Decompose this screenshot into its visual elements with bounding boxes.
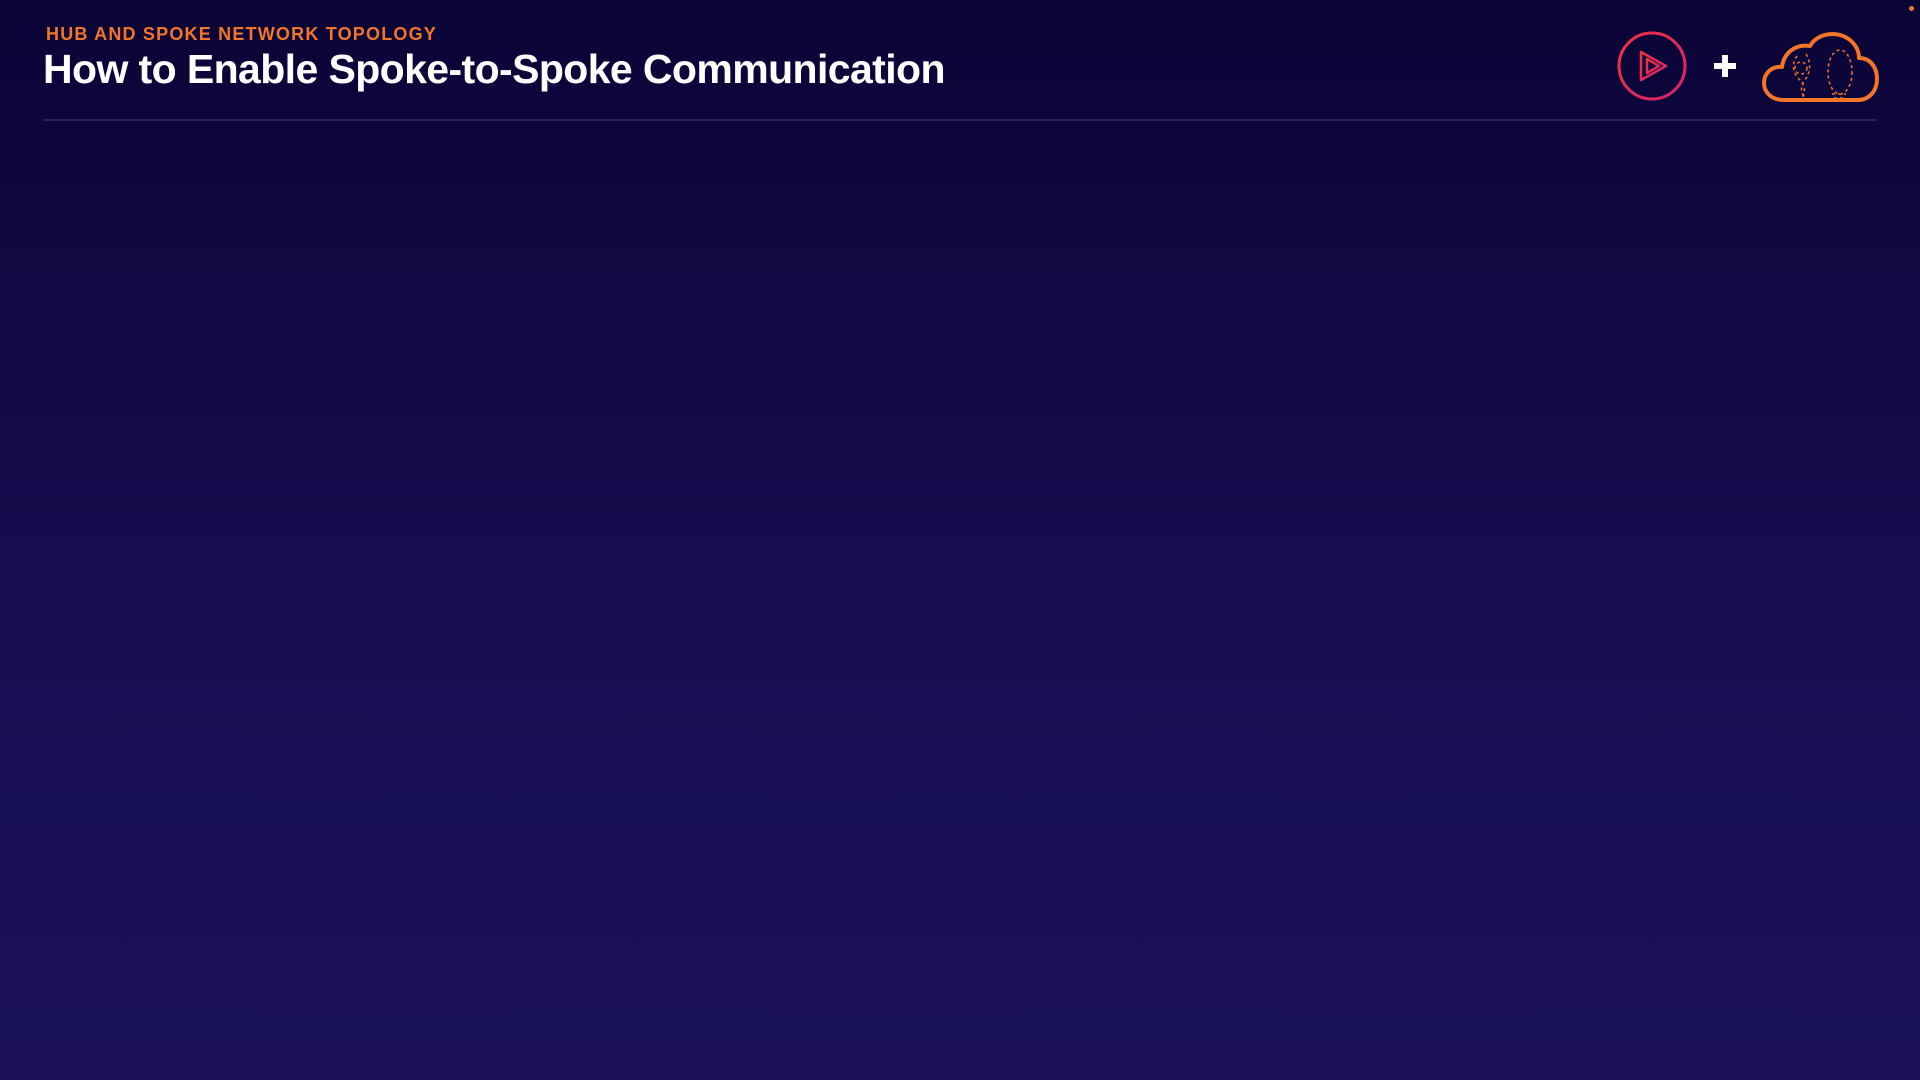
plus-icon [1714, 55, 1736, 77]
brand-logos [1616, 28, 1880, 104]
slide-title: How to Enable Spoke-to-Spoke Communicati… [43, 46, 946, 92]
slide: HUB AND SPOKE NETWORK TOPOLOGY How to En… [0, 0, 1920, 1080]
header-divider [43, 119, 1877, 121]
cloud-logo-icon [1762, 32, 1879, 102]
slide-content-area [0, 122, 1920, 1080]
play-logo-icon [1617, 31, 1687, 101]
corner-indicator [1909, 6, 1914, 11]
section-kicker: HUB AND SPOKE NETWORK TOPOLOGY [46, 24, 438, 44]
